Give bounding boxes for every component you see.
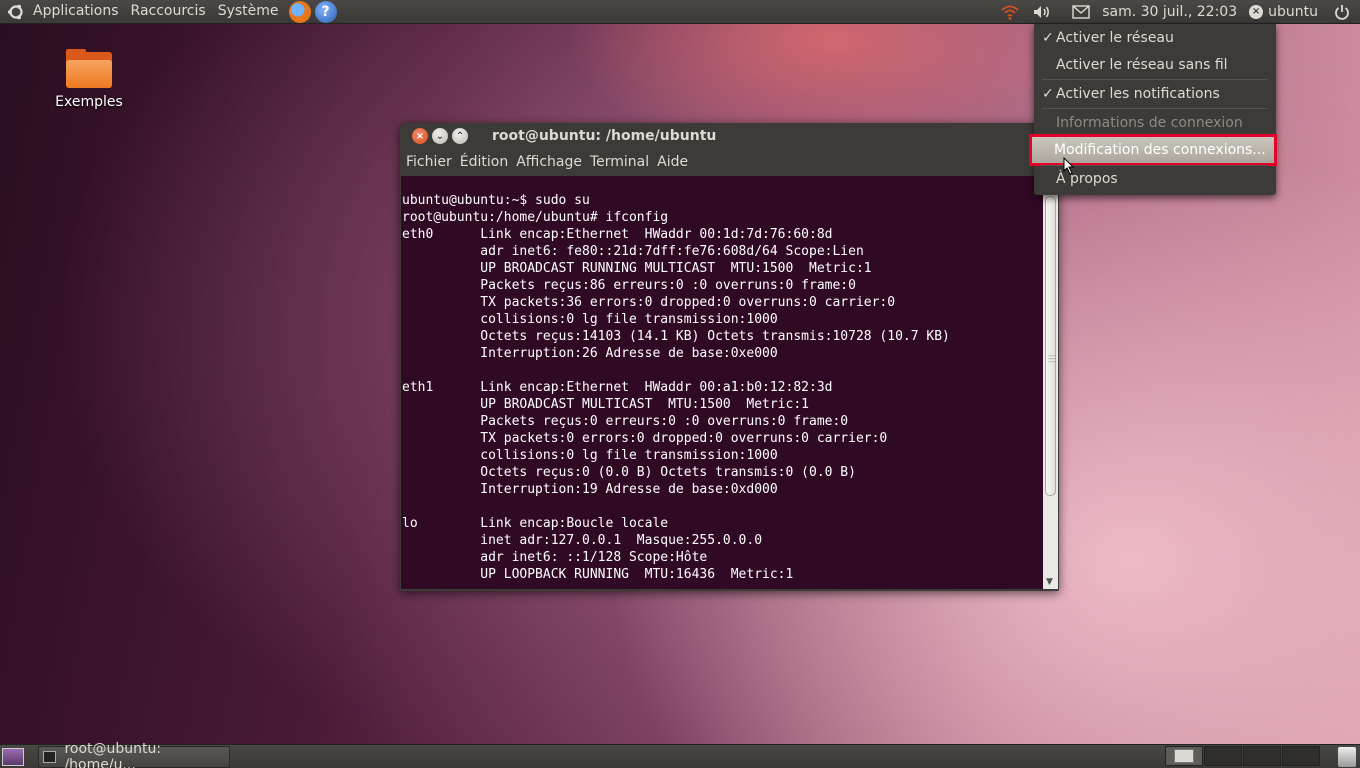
terminal-line: ubuntu@ubuntu:~$ sudo su [402,193,590,208]
network-icon[interactable] [994,0,1026,24]
volume-icon[interactable] [1026,0,1058,24]
terminal-line: Octets reçus:0 (0.0 B) Octets transmis:0… [402,465,856,480]
menu-separator [1042,79,1268,80]
menu-terminal[interactable]: Terminal [586,154,653,170]
terminal-line: eth1 Link encap:Ethernet HWaddr 00:a1:b0… [402,380,833,395]
terminal-line: inet adr:127.0.0.1 Masque:255.0.0.0 [402,533,763,548]
ubuntu-logo-icon[interactable] [5,1,27,23]
window-buttons: × ⌄ ⌃ [412,128,472,144]
workspace-2[interactable] [1204,746,1242,766]
bottom-panel: root@ubuntu: /home/u... [0,741,1360,768]
mail-icon[interactable] [1066,0,1096,24]
minimize-icon[interactable]: ⌄ [432,128,448,144]
folder-icon [66,49,112,88]
menu-item-informations-connexion: Informations de connexion [1034,110,1276,136]
terminal-line: eth0 Link encap:Ethernet HWaddr 00:1d:7d… [402,227,833,242]
trash-icon[interactable] [1338,747,1356,767]
show-desktop-icon[interactable] [2,747,24,766]
help-icon[interactable]: ? [314,0,337,23]
terminal-line: root@ubuntu:/home/ubuntu# ifconfig [402,210,669,225]
power-icon[interactable] [1328,0,1356,24]
terminal-line: UP BROADCAST MULTICAST MTU:1500 Metric:1 [402,397,809,412]
desktop-icon-label: Exemples [55,94,123,110]
window-titlebar[interactable]: × ⌄ ⌃ root@ubuntu: /home/ubuntu [400,123,1059,149]
close-icon[interactable]: × [412,128,428,144]
firefox-icon[interactable] [288,0,311,23]
menu-item-label: Informations de connexion [1056,115,1243,131]
terminal-line: Interruption:19 Adresse de base:0xd000 [402,482,778,497]
clock[interactable]: sam. 30 juil., 22:03 [1096,0,1243,24]
menu-item-label: Activer le réseau [1056,30,1174,46]
menu-edition[interactable]: Édition [456,154,512,170]
maximize-icon[interactable]: ⌃ [452,128,468,144]
grip-icon: — — — [1048,351,1056,366]
workspace-4[interactable] [1282,746,1320,766]
top-panel: Applications Raccourcis Système ? sam. 3… [0,0,1360,24]
terminal-line: adr inet6: ::1/128 Scope:Hôte [402,550,708,565]
terminal-line: collisions:0 lg file transmission:1000 [402,312,778,327]
terminal-line: Octets reçus:14103 (14.1 KB) Octets tran… [402,329,950,344]
menu-aide[interactable]: Aide [653,154,692,170]
scroll-down-icon[interactable]: ▼ [1046,577,1053,587]
menu-affichage[interactable]: Affichage [512,154,586,170]
menu-item-label: Activer les notifications [1056,86,1220,102]
terminal-icon [43,750,57,763]
terminal-line: UP LOOPBACK RUNNING MTU:16436 Metric:1 [402,567,794,582]
scrollbar-thumb[interactable] [1045,196,1056,496]
menu-applications[interactable]: Applications [27,0,125,24]
menu-separator [1042,108,1268,109]
terminal-line: collisions:0 lg file transmission:1000 [402,448,778,463]
terminal-line: TX packets:0 errors:0 dropped:0 overruns… [402,431,888,446]
menu-systeme[interactable]: Système [212,0,285,24]
user-name: ubuntu [1268,3,1318,20]
taskbar-terminal-button[interactable]: root@ubuntu: /home/u... [38,741,230,768]
terminal-window: × ⌄ ⌃ root@ubuntu: /home/ubuntu Fichier … [400,123,1059,591]
menu-raccourcis[interactable]: Raccourcis [125,0,212,24]
user-menu[interactable]: × ubuntu [1243,0,1324,24]
check-icon: ✓ [1042,86,1054,102]
terminal-menubar: Fichier Édition Affichage Terminal Aide [400,149,1059,175]
terminal-line: lo Link encap:Boucle locale [402,516,669,531]
menu-item-label: Modification des connexions... [1054,142,1266,158]
terminal-output[interactable]: ubuntu@ubuntu:~$ sudo su root@ubuntu:/hom… [401,176,1043,589]
menu-item-activer-notifications[interactable]: ✓ Activer les notifications [1034,81,1276,107]
system-tray: sam. 30 juil., 22:03 × ubuntu [994,0,1360,24]
terminal-scrollbar[interactable]: — — — ▼ [1043,176,1058,589]
workspace-3[interactable] [1243,746,1281,766]
user-status-icon: × [1249,5,1264,19]
terminal-line: Packets reçus:86 erreurs:0 :0 overruns:0… [402,278,856,293]
mouse-cursor-icon [1063,157,1075,175]
workspace-1[interactable] [1165,746,1203,766]
menu-item-activer-reseau[interactable]: ✓ Activer le réseau [1034,25,1276,51]
menu-item-label: Activer le réseau sans fil [1056,57,1228,73]
terminal-line: adr inet6: fe80::21d:7dff:fe76:608d/64 S… [402,244,864,259]
terminal-line: TX packets:36 errors:0 dropped:0 overrun… [402,295,896,310]
main-menu: Applications Raccourcis Système ? [0,0,337,24]
terminal-line: UP BROADCAST RUNNING MULTICAST MTU:1500 … [402,261,872,276]
window-title: root@ubuntu: /home/ubuntu [492,128,717,144]
terminal-line: Interruption:26 Adresse de base:0xe000 [402,346,778,361]
terminal-line: Packets reçus:0 erreurs:0 :0 overruns:0 … [402,414,849,429]
taskbar-label: root@ubuntu: /home/u... [64,740,162,768]
desktop-folder-exemples[interactable]: Exemples [50,49,128,110]
workspace-switcher [1164,746,1320,766]
menu-fichier[interactable]: Fichier [402,154,456,170]
menu-item-activer-reseau-sans-fil[interactable]: Activer le réseau sans fil [1034,52,1276,78]
check-icon: ✓ [1042,30,1054,46]
